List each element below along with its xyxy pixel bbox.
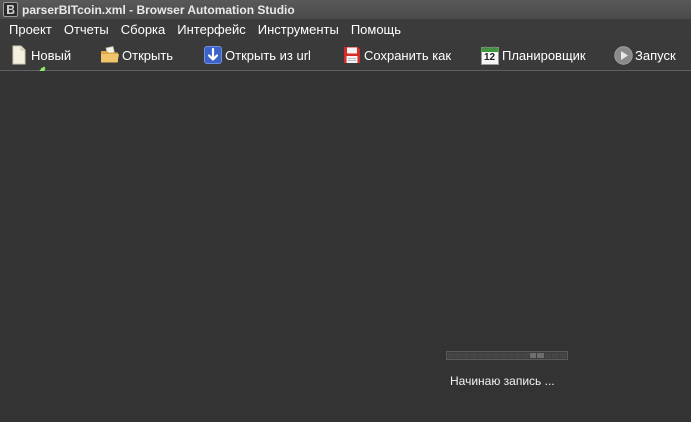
download-arrow-icon [203, 45, 223, 65]
workspace: Начинаю запись ... [0, 71, 691, 422]
save-as-button[interactable]: Сохранить как [342, 40, 451, 70]
title-bar: parserBITcoin.xml - Browser Automation S… [0, 0, 691, 19]
window-title: parserBITcoin.xml - Browser Automation S… [22, 2, 295, 17]
open-from-url-label: Открыть из url [225, 47, 311, 63]
open-folder-icon [100, 45, 120, 65]
open-button-label: Открыть [122, 47, 174, 63]
open-from-url-button[interactable]: Открыть из url [203, 40, 311, 70]
progress-segment [448, 353, 455, 358]
progress-segment [522, 353, 529, 358]
progress-segment [537, 353, 544, 358]
progress-segment [485, 353, 492, 358]
progress-segment [470, 353, 477, 358]
open-button[interactable]: Открыть [100, 40, 173, 70]
menu-project[interactable]: Проект [0, 19, 58, 40]
progress-segment [544, 353, 552, 358]
new-button-label: Новый [31, 47, 72, 63]
bas-app-icon [3, 2, 18, 17]
scheduler-label: Планировщик [502, 47, 586, 63]
menu-tools[interactable]: Инструменты [252, 19, 345, 40]
play-icon [613, 45, 633, 65]
new-file-icon [9, 45, 29, 65]
toolbar: Новый Открыть Открыть из url Сохранить к… [0, 40, 691, 71]
progress-segment [462, 353, 470, 358]
floppy-disk-icon [342, 45, 362, 65]
menu-interface[interactable]: Интерфейс [171, 19, 251, 40]
progress-segment [507, 353, 514, 358]
progress-segment [529, 353, 537, 358]
menu-reports[interactable]: Отчеты [58, 19, 115, 40]
menu-build[interactable]: Сборка [115, 19, 172, 40]
progress-segment [514, 353, 522, 358]
progress-segment [500, 353, 507, 358]
status-text: Начинаю запись ... [450, 374, 555, 388]
progress-segment [559, 353, 566, 358]
calendar-day-number: 12 [484, 52, 496, 63]
menu-bar: Проект Отчеты Сборка Интерфейс Инструмен… [0, 19, 691, 40]
recording-progress-bar [446, 351, 568, 360]
run-button[interactable]: Запуск [613, 40, 676, 70]
menu-help[interactable]: Помощь [345, 19, 407, 40]
progress-segment [492, 353, 500, 358]
save-as-label: Сохранить как [364, 47, 452, 63]
progress-segment [455, 353, 462, 358]
scheduler-button[interactable]: 12 Планировщик [480, 40, 586, 70]
progress-segment [552, 353, 559, 358]
progress-segment [477, 353, 485, 358]
calendar-icon: 12 [480, 45, 500, 65]
run-label: Запуск [635, 47, 676, 63]
